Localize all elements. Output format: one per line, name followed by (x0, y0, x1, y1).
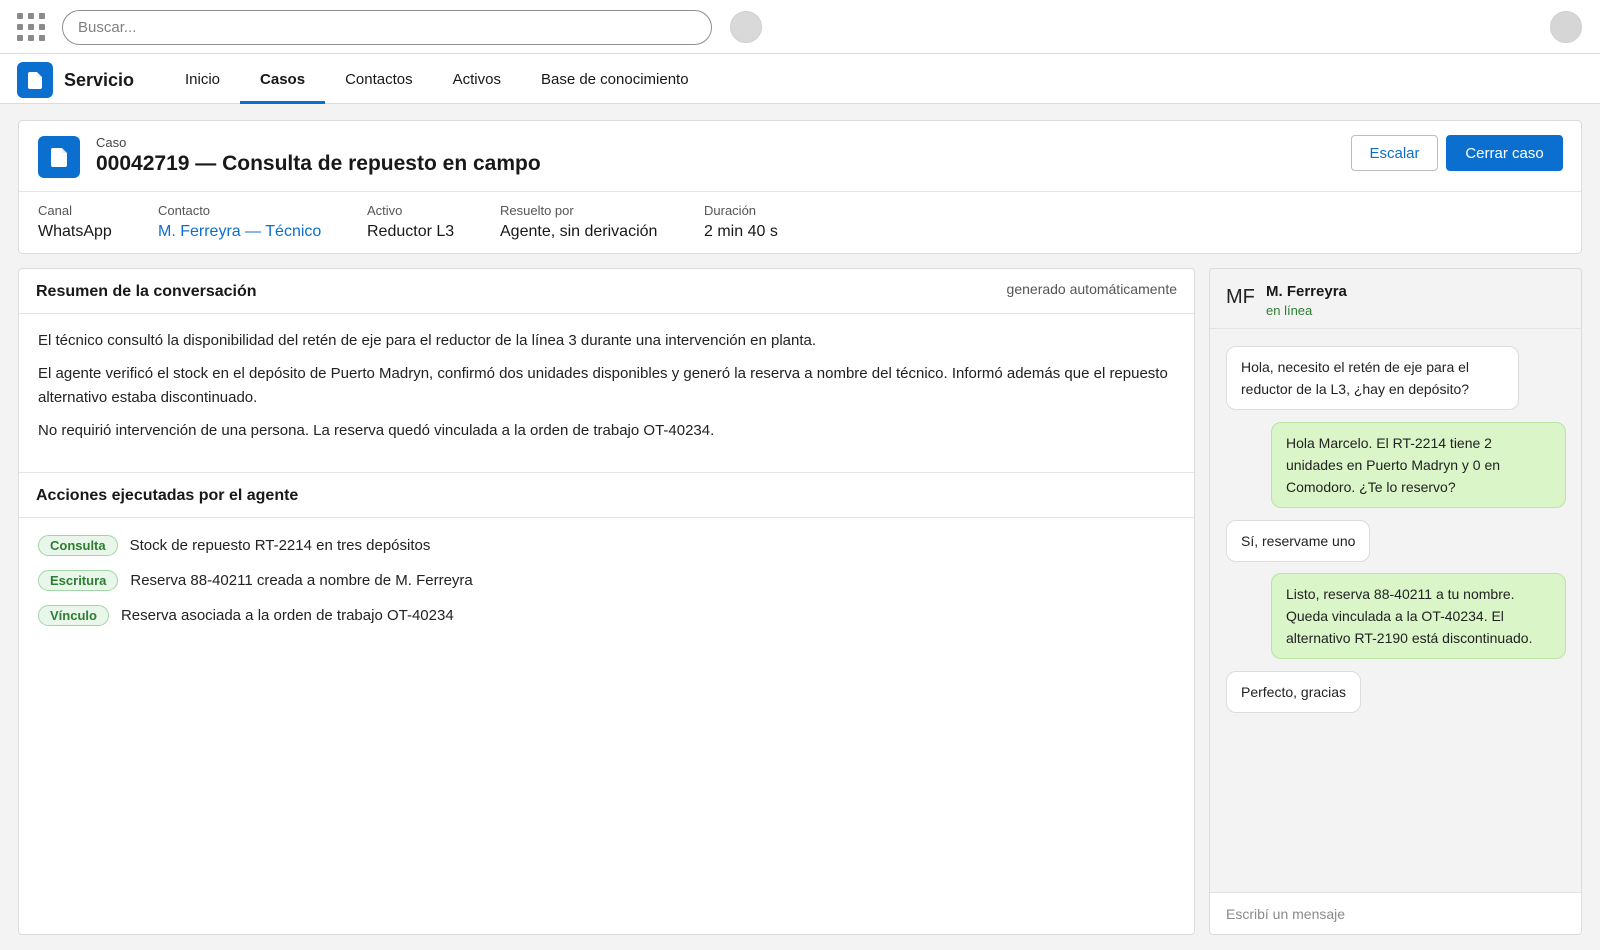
app-launcher-icon[interactable] (17, 13, 45, 41)
summary-header: Resumen de la conversación generado auto… (19, 269, 1194, 314)
case-header: Caso 00042719 — Consulta de repuesto en … (18, 120, 1582, 254)
close-case-button[interactable]: Cerrar caso (1446, 135, 1563, 171)
case-icon (38, 136, 80, 178)
action-badge: Vínculo (38, 604, 109, 626)
chat-message-outgoing: Listo, reserva 88-40211 a tu nombre. Que… (1271, 573, 1566, 659)
chat-header: MF M. Ferreyra en línea (1210, 269, 1581, 329)
summary-title: Resumen de la conversación (36, 283, 257, 300)
page-title: 00042719 — Consulta de repuesto en campo (96, 152, 541, 175)
field-label: Duración (704, 203, 757, 218)
chat-message-incoming: Hola, necesito el retén de eje para el r… (1226, 346, 1519, 410)
chat-message-incoming: Perfecto, gracias (1226, 671, 1362, 713)
status-badge: en línea (1266, 303, 1313, 318)
field-label: Resuelto por (500, 203, 574, 218)
tab-contactos[interactable]: Contactos (325, 54, 433, 104)
app-name: Servicio (64, 70, 135, 90)
action-badge: Consulta (38, 534, 118, 556)
chat-panel: MF M. Ferreyra en línea Hola, necesito e… (1209, 268, 1582, 935)
field-label: Canal (38, 203, 72, 218)
actions-header: Acciones ejecutadas por el agente (19, 473, 1194, 518)
actions-list: Consulta Stock de repuesto RT-2214 en tr… (38, 533, 473, 638)
list-item: Consulta Stock de repuesto RT-2214 en tr… (38, 533, 473, 557)
summary-body: El técnico consultó la disponibilidad de… (38, 329, 1178, 452)
message-input[interactable] (1210, 892, 1581, 934)
summary-paragraph: El técnico consultó la disponibilidad de… (38, 332, 817, 349)
search-input[interactable] (62, 10, 712, 45)
field-resuelto-por: Resuelto por Agente, sin derivación (500, 203, 657, 241)
tab-casos[interactable]: Casos (240, 54, 326, 104)
list-item: Escritura Reserva 88-40211 creada a nomb… (38, 568, 473, 592)
field-value: Agente, sin derivación (500, 223, 658, 240)
action-text: Reserva asociada a la orden de trabajo O… (120, 606, 454, 624)
app-navigation: Servicio Inicio Casos Contactos Activos … (0, 54, 1600, 104)
list-item: Vínculo Reserva asociada a la orden de t… (38, 603, 473, 627)
field-duracion: Duración 2 min 40 s (704, 203, 778, 241)
field-activo: Activo Reductor L3 (367, 203, 454, 241)
field-label: Activo (367, 203, 403, 218)
field-canal: Canal WhatsApp (38, 203, 112, 241)
tab-activos[interactable]: Activos (433, 54, 521, 104)
auto-generated-note: generado automáticamente (1006, 281, 1177, 297)
chat-contact-name: M. Ferreyra (1266, 283, 1347, 300)
avatar: MF (1226, 286, 1255, 308)
nav-tabs: Inicio Casos Contactos Activos Base de c… (165, 54, 709, 104)
field-label: Contacto (158, 203, 211, 218)
chat-message-outgoing: Hola Marcelo. El RT-2214 tiene 2 unidade… (1271, 422, 1566, 508)
action-text: Reserva 88-40211 creada a nombre de M. F… (130, 571, 473, 589)
contact-link[interactable]: M. Ferreyra — Técnico (158, 223, 321, 241)
divider (19, 191, 1581, 192)
chat-message-incoming: Sí, reservame uno (1226, 520, 1371, 562)
actions-title: Acciones ejecutadas por el agente (36, 487, 299, 504)
tab-inicio[interactable]: Inicio (165, 54, 240, 104)
notification-icon[interactable] (730, 11, 762, 43)
field-value: 2 min 40 s (704, 223, 778, 240)
user-avatar[interactable] (1550, 11, 1582, 43)
field-value: WhatsApp (38, 223, 112, 240)
field-value: Reductor L3 (367, 223, 455, 240)
global-header (0, 0, 1600, 54)
action-badge: Escritura (38, 569, 119, 591)
tab-base-de-conocimiento[interactable]: Base de conocimiento (521, 54, 709, 104)
summary-paragraph: El agente verificó el stock en el depósi… (38, 365, 1168, 406)
field-contacto: Contacto M. Ferreyra — Técnico (158, 203, 321, 241)
action-text: Stock de repuesto RT-2214 en tres depósi… (129, 536, 431, 554)
app-logo-icon (17, 62, 53, 98)
summary-panel: Resumen de la conversación generado auto… (18, 268, 1195, 935)
record-type-label: Caso (96, 135, 127, 150)
summary-paragraph: No requirió intervención de una persona.… (38, 422, 715, 439)
escalate-button[interactable]: Escalar (1351, 135, 1438, 171)
